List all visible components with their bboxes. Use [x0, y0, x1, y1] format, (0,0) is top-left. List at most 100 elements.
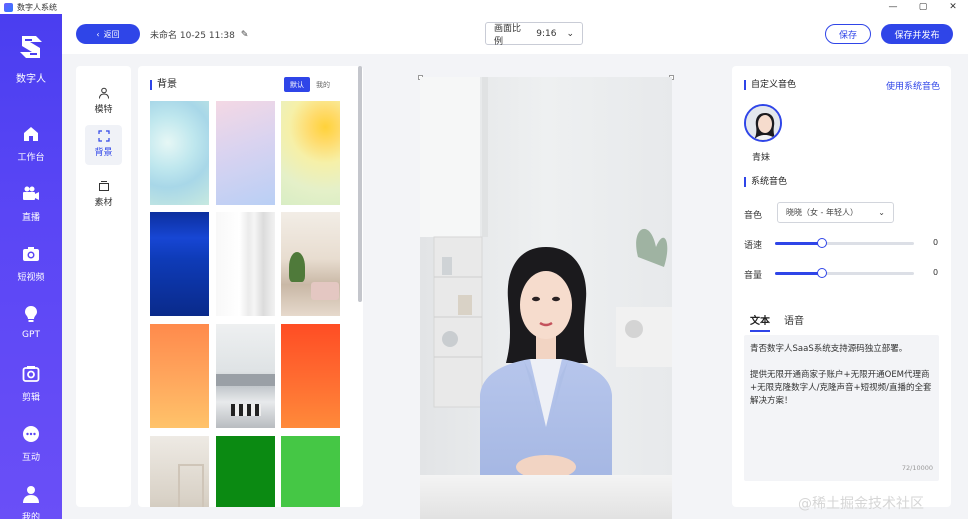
tool-tab-label: 背景: [94, 148, 113, 158]
custom-voice-title: 自定义音色: [744, 80, 796, 90]
home-icon: [24, 127, 38, 141]
user-icon: [23, 486, 39, 503]
person-icon: [98, 87, 109, 99]
logo-text: 数字人: [16, 74, 46, 85]
back-button-label: 返回: [103, 29, 120, 39]
sidebar-item-edit[interactable]: 剪辑: [0, 364, 62, 403]
frame-icon: [97, 130, 110, 142]
chat-icon: [23, 426, 39, 442]
volume-slider-fill: [775, 272, 822, 275]
sidebar-item-label: 我的: [21, 513, 40, 519]
sidebar-item-short-video[interactable]: 短视频: [0, 244, 62, 283]
background-thumb-red-orange[interactable]: [281, 324, 340, 428]
aspect-ratio-value: 9:16: [536, 28, 557, 39]
sidebar: 数字人 工作台 直播 短视频 GPT 剪辑 互动 我的: [0, 14, 62, 519]
sidebar-item-workbench[interactable]: 工作台: [0, 124, 62, 163]
speed-value: 0: [933, 238, 939, 247]
chevron-down-icon: ⌄: [878, 208, 885, 217]
sidebar-item-mine[interactable]: 我的: [0, 484, 62, 519]
sidebar-item-label: 工作台: [17, 153, 45, 163]
aspect-ratio-select[interactable]: 画面比例 9:16 ⌄: [485, 22, 583, 47]
photo-icon: [22, 366, 40, 382]
maximize-button[interactable]: ▢: [908, 2, 938, 12]
brand-logo-icon: [20, 36, 42, 58]
volume-slider-knob[interactable]: [817, 268, 827, 278]
script-line: 提供无限开通商家子账户+无限开通OEM代理商+无限克隆数字人/克隆声音+短视频/…: [750, 370, 932, 406]
background-source-toggle: 默认 我的: [284, 77, 336, 92]
close-button[interactable]: ✕: [938, 2, 968, 12]
window-title: 数字人系统: [17, 2, 57, 12]
editor-tool-tabs: 模特 背景 素材: [76, 66, 131, 507]
sidebar-item-gpt[interactable]: GPT: [0, 304, 62, 340]
use-system-voice-link[interactable]: 使用系统音色: [886, 79, 940, 92]
background-panel-scrollbar[interactable]: [358, 66, 362, 302]
tab-audio[interactable]: 语音: [784, 312, 804, 332]
tool-tab-background[interactable]: 背景: [85, 125, 122, 165]
segment-mine[interactable]: 我的: [310, 77, 336, 92]
background-thumb-deep-blue[interactable]: [150, 212, 209, 316]
voice-select-value: 晓晓（女 - 年轻人）: [786, 208, 858, 217]
tab-text[interactable]: 文本: [750, 312, 770, 332]
background-thumb-bright-green[interactable]: [281, 436, 340, 507]
window-controls: — ▢ ✕: [878, 2, 968, 12]
lightbulb-icon: [25, 306, 37, 322]
background-thumb-yellow-sun[interactable]: [281, 101, 340, 205]
volume-slider[interactable]: [775, 268, 914, 278]
save-and-publish-button[interactable]: 保存并发布: [881, 24, 953, 44]
window-titlebar: 数字人系统 — ▢ ✕: [0, 0, 968, 14]
voice-avatar[interactable]: [744, 104, 782, 142]
speed-label: 语速: [744, 241, 763, 251]
digital-human-preview[interactable]: [420, 77, 672, 519]
draft-title: 未命名 10-25 11:38 ✎: [150, 28, 249, 42]
top-toolbar: ‹ 返回 未命名 10-25 11:38 ✎ 画面比例 9:16 ⌄ 保存 保存…: [62, 14, 968, 54]
tool-tab-model[interactable]: 模特: [85, 82, 122, 122]
sidebar-item-label: 短视频: [17, 273, 45, 283]
avatar-portrait-image: [746, 106, 780, 140]
tool-tab-material[interactable]: 素材: [85, 175, 122, 215]
background-thumb-pastel-pink[interactable]: [216, 101, 275, 205]
presenter-scene-image: [420, 77, 672, 519]
speed-slider-knob[interactable]: [817, 238, 827, 248]
chevron-left-icon: ‹: [96, 29, 100, 39]
script-line: 青否数字人SaaS系统支持源码独立部署。: [750, 344, 908, 354]
minimize-button[interactable]: —: [878, 2, 908, 12]
video-camera-icon: [23, 186, 39, 200]
volume-value: 0: [933, 268, 939, 277]
sidebar-item-live[interactable]: 直播: [0, 184, 62, 223]
tool-tab-label: 模特: [94, 105, 113, 115]
background-thumb-pastel-blue[interactable]: [150, 101, 209, 205]
edit-pencil-icon[interactable]: ✎: [241, 30, 249, 40]
panel-title: 背景: [150, 80, 177, 90]
save-button[interactable]: 保存: [825, 24, 871, 44]
sidebar-item-label: GPT: [22, 330, 40, 340]
sidebar-item-interact[interactable]: 互动: [0, 424, 62, 463]
camera-icon: [23, 247, 39, 261]
tool-tab-label: 素材: [94, 198, 113, 208]
layers-icon: [98, 181, 109, 191]
system-voice-title: 系统音色: [744, 177, 787, 187]
background-thumb-white-curtain[interactable]: [216, 212, 275, 316]
background-thumb-kitchen[interactable]: [216, 324, 275, 428]
script-textarea[interactable]: 青否数字人SaaS系统支持源码独立部署。 提供无限开通商家子账户+无限开通OEM…: [744, 335, 939, 481]
background-thumb-shelf-room[interactable]: [150, 436, 209, 507]
background-thumb-orange[interactable]: [150, 324, 209, 428]
segment-default[interactable]: 默认: [284, 77, 310, 92]
sidebar-item-label: 直播: [21, 213, 40, 223]
speed-slider-fill: [775, 242, 822, 245]
sidebar-item-label: 剪辑: [21, 393, 40, 403]
watermark: @稀土掘金技术社区: [798, 496, 924, 512]
voice-label: 音色: [744, 211, 763, 221]
back-button[interactable]: ‹ 返回: [76, 24, 140, 44]
speed-slider[interactable]: [775, 238, 914, 248]
background-thumb-dark-green[interactable]: [216, 436, 275, 507]
app-logo-icon: [4, 2, 13, 12]
voice-select[interactable]: 晓晓（女 - 年轻人） ⌄: [777, 202, 894, 223]
chevron-down-icon: ⌄: [566, 28, 574, 39]
draft-title-text: 未命名 10-25 11:38: [150, 31, 235, 41]
voice-settings-panel: 自定义音色 使用系统音色 青妹 系统音色 音色 晓晓（女 - 年轻人） ⌄ 语速…: [732, 66, 951, 507]
script-tabs: 文本 语音: [750, 312, 804, 332]
sidebar-logo[interactable]: 数字人: [0, 32, 62, 85]
background-thumb-living-room[interactable]: [281, 212, 340, 316]
aspect-ratio-label: 画面比例: [494, 23, 522, 47]
background-panel: 背景 默认 我的: [138, 66, 363, 507]
